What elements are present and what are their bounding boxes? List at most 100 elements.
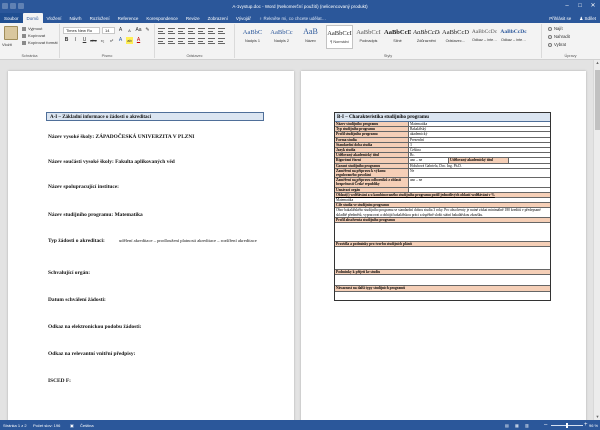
superscript-button[interactable]: x² [108,37,115,44]
zoom-slider-thumb[interactable] [566,422,568,428]
numbering-icon[interactable] [168,28,175,34]
align-left-icon[interactable] [158,38,165,44]
tab-mailings[interactable]: Korespondence [142,13,182,23]
language-indicator[interactable]: Čeština [80,423,94,428]
regulations-label: Odkaz na relevantní vnitřní předpisy: [48,351,136,357]
highlight-button[interactable]: ab [126,37,133,44]
clear-format-icon[interactable]: ✎ [144,27,151,34]
justify-icon[interactable] [188,38,195,44]
style-subtle-reference[interactable]: AaBbCcDc Odkaz – inte… [471,25,498,49]
tab-file[interactable]: Soubor [0,13,23,23]
bold-button[interactable]: B [63,37,70,44]
find-button[interactable]: Najít [548,26,563,31]
maximize-button[interactable]: □ [575,2,585,10]
align-right-icon[interactable] [178,38,185,44]
tab-view[interactable]: Zobrazení [204,13,232,23]
borders-icon[interactable] [218,38,225,44]
style-list-paragraph[interactable]: AaBbCcDc Odstavec… [442,25,469,49]
cut-button[interactable]: Vyjmout [22,26,42,31]
style-heading-1[interactable]: AaBbC Nadpis 1 [239,25,266,49]
replace-label: Nahradit [554,34,570,39]
style-name: Zdůraznění [416,39,437,43]
underline-button[interactable]: U [81,37,88,44]
style-emphasis[interactable]: AaBbCcDc Zdůraznění [413,25,440,49]
style-subtitle[interactable]: AaBbCcI Podnadpis [355,25,382,49]
tab-review[interactable]: Revize [182,13,204,23]
paste-icon[interactable] [4,26,18,40]
row-label: Standardní doba studia [335,142,409,148]
subscript-button[interactable]: x₂ [99,37,106,44]
increase-indent-icon[interactable] [198,28,205,34]
change-case-button[interactable]: Aa [135,27,142,34]
ribbon-home: Vložit Vyjmout Kopírovat Kopírovat formá… [0,23,600,60]
style-sample: AaBbCcDc [471,29,498,35]
align-center-icon[interactable] [168,38,175,44]
tab-design[interactable]: Návrh [66,13,86,23]
type-value: udělení akreditace – prodloužení platnos… [119,238,257,243]
style-intense-reference[interactable]: AaBbCcDc Odkaz – inte… [500,25,527,49]
line-spacing-icon[interactable] [198,38,205,44]
style-title[interactable]: AaB Název [297,25,324,49]
strikethrough-button[interactable]: abc [90,37,97,44]
zoom-level[interactable]: 96 % [589,423,598,428]
sort-icon[interactable] [208,28,215,34]
page-right[interactable]: B-I – Charakteristika studijního program… [301,71,586,420]
zoom-out-button[interactable]: – [544,422,547,428]
web-layout-icon[interactable]: ▥ [525,423,529,428]
multilevel-list-icon[interactable] [178,28,185,34]
copy-button[interactable]: Kopírovat [22,33,45,38]
font-size-select[interactable]: 14 [102,27,115,34]
document-area[interactable]: A-I – Základní informace o žádosti o akr… [0,60,593,420]
tab-home[interactable]: Domů [22,13,43,23]
tell-me-search[interactable]: ♀ Řekněte mi, co chcete udělat… [255,13,330,23]
goals-heading: Cíle studia ve studijním programu [335,203,550,208]
style-name: Silné [393,39,402,43]
vertical-scrollbar[interactable]: ▲ ▼ [593,60,600,420]
italic-button[interactable]: I [72,37,79,44]
pilcrow-icon[interactable] [218,28,225,34]
style-normal[interactable]: AaBbCcI ¶ Normální [326,25,353,49]
style-name: Odstavec… [445,39,466,43]
row-label: Profil studijního programu [335,132,409,137]
window-title: A-1vystup.doc - Word (Nekomerční použití… [232,4,368,9]
print-layout-icon[interactable]: ▦ [515,423,519,428]
proofing-icon[interactable]: ▣ [70,423,74,428]
font-family-select[interactable]: Times New Ro [63,27,100,34]
format-painter-button[interactable]: Kopírovat formát [22,40,58,45]
text-effects-button[interactable]: A [117,37,124,44]
zoom-in-button[interactable]: + [584,422,588,428]
page-left[interactable]: A-I – Základní informace o žádosti o akr… [8,71,294,420]
shading-icon[interactable] [208,38,215,44]
tab-layout[interactable]: Rozložení [86,13,114,23]
paste-button[interactable]: Vložit [2,42,12,47]
style-name: Odkaz – inte… [500,38,527,42]
style-sample: AaBbCcDc [413,29,440,36]
row-label: Udělovaný akademický titul [335,153,409,158]
read-mode-icon[interactable]: ▤ [505,423,509,428]
style-sample: AaBbCcI [356,29,381,36]
school-label: Název vysoké školy: [48,134,95,140]
decrease-indent-icon[interactable] [188,28,195,34]
tab-developer[interactable]: Vývojář [232,13,255,23]
style-strong[interactable]: AaBbCcDc Silné [384,25,411,49]
select-button[interactable]: Vybrat [548,42,566,47]
scroll-thumb[interactable] [595,70,600,130]
format-painter-label: Kopírovat formát [28,40,58,45]
style-heading-2[interactable]: AaBbCc Nadpis 2 [268,25,295,49]
grow-font-button[interactable]: A [117,27,124,34]
close-button[interactable]: ✕ [588,2,598,10]
tab-insert[interactable]: Vložení [43,13,66,23]
minimize-button[interactable]: – [562,2,572,10]
replace-button[interactable]: Nahradit [548,34,570,39]
bullets-icon[interactable] [158,28,165,34]
word-count[interactable]: Počet slov: 196 [33,423,60,428]
page-indicator[interactable]: Stránka 1 z 2 [3,423,27,428]
profile-empty [335,223,550,241]
font-color-button[interactable]: A [135,37,142,44]
row-value: Prezenční [410,137,425,142]
signin-link[interactable]: Přihlásit se [545,13,575,23]
shrink-font-button[interactable]: A [126,27,133,34]
tab-references[interactable]: Reference [114,13,143,23]
scroll-up-icon[interactable]: ▲ [594,60,600,66]
share-button[interactable]: ♟ Sdílet [575,13,600,23]
